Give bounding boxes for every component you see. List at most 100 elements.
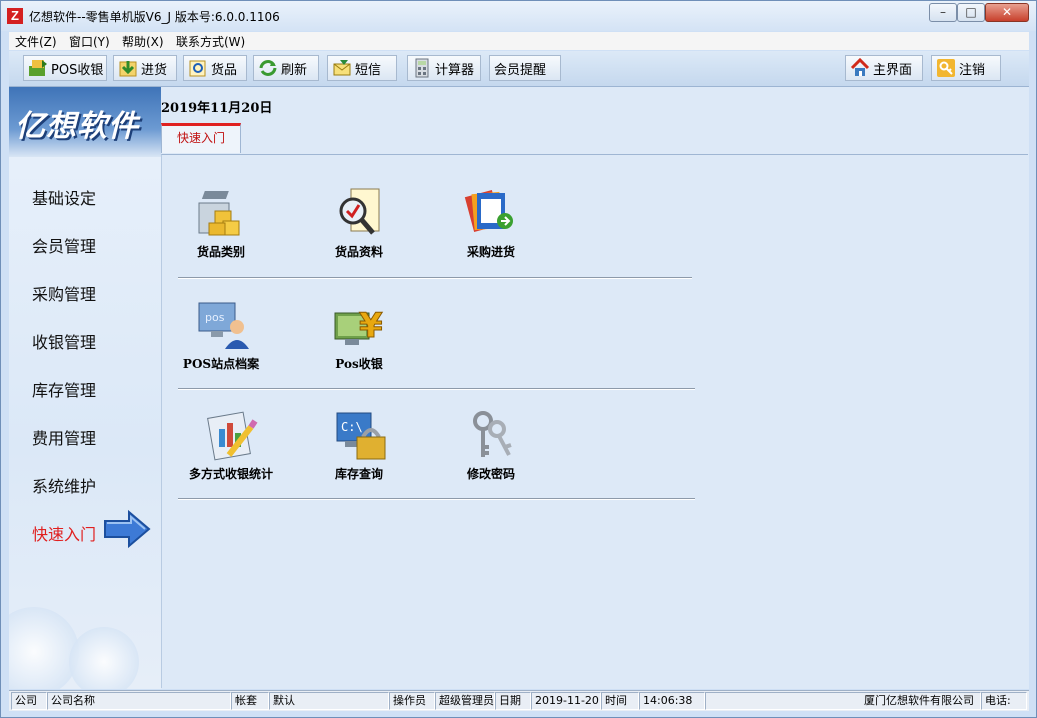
key-icon bbox=[936, 58, 956, 78]
minimize-button[interactable]: – bbox=[929, 3, 957, 22]
chart-pencil-icon bbox=[199, 407, 263, 465]
status-company-label: 公司 bbox=[11, 692, 47, 710]
goods-icon bbox=[188, 58, 208, 78]
document-stack-icon bbox=[459, 185, 523, 243]
arrow-right-icon bbox=[103, 509, 153, 552]
menu-contact[interactable]: 联系方式(W) bbox=[176, 33, 245, 50]
goods-category-label: 货品类别 bbox=[196, 245, 245, 259]
sidebar-item-purchase-management[interactable]: 采购管理 bbox=[32, 281, 96, 305]
row-divider bbox=[178, 277, 692, 279]
goods-label: 货品 bbox=[211, 62, 238, 78]
goods-button[interactable]: 货品 bbox=[183, 55, 247, 81]
sidebar-item-system-maintenance[interactable]: 系统维护 bbox=[32, 473, 96, 497]
status-bar: 公司 公司名称 帐套 默认 操作员 超级管理员 日期 2019-11-20 时间… bbox=[9, 690, 1029, 711]
main-area: 2019年11月20日 快速入门 货品类别 货品资料 采购进货 pos POS站… bbox=[161, 87, 1029, 689]
menu-file[interactable]: 文件(Z) bbox=[15, 33, 57, 50]
cash-stats-label: 多方式收银统计 bbox=[188, 467, 273, 481]
decorative-flower bbox=[69, 627, 139, 689]
close-button[interactable]: ✕ bbox=[985, 3, 1029, 22]
sidebar-item-basic-settings[interactable]: 基础设定 bbox=[32, 185, 96, 209]
logout-button[interactable]: 注销 bbox=[931, 55, 1001, 81]
brand-banner: 亿想软件 bbox=[9, 87, 161, 157]
change-password-shortcut[interactable]: 修改密码 bbox=[436, 407, 546, 487]
sms-icon bbox=[332, 58, 352, 78]
monitor-yen-icon: ¥ bbox=[327, 297, 391, 355]
toolbar: POS收银 进货 货品 刷新 短信 计算器 会员提醒 主界面 注销 bbox=[9, 51, 1029, 87]
maximize-button[interactable]: □ bbox=[957, 3, 985, 22]
status-time-value: 14:06:38 bbox=[639, 692, 705, 710]
menu-window[interactable]: 窗口(Y) bbox=[69, 33, 110, 50]
app-window: Z 亿想软件--零售单机版V6_J 版本号:6.0.0.1106 – □ ✕ 文… bbox=[0, 0, 1037, 718]
pos-icon bbox=[28, 58, 48, 78]
status-operator-label: 操作员 bbox=[389, 692, 435, 710]
sidebar-item-expense-management[interactable]: 费用管理 bbox=[32, 425, 96, 449]
window-title: 亿想软件--零售单机版V6_J 版本号:6.0.0.1106 bbox=[29, 10, 280, 24]
goods-info-label: 货品资料 bbox=[334, 245, 383, 259]
status-date-value: 2019-11-20 bbox=[531, 692, 601, 710]
stock-query-label: 库存查询 bbox=[334, 467, 383, 481]
sidebar-item-member-management[interactable]: 会员管理 bbox=[32, 233, 96, 257]
stock-query-shortcut[interactable]: C:\ 库存查询 bbox=[304, 407, 414, 487]
calculator-button[interactable]: 计算器 bbox=[407, 55, 481, 81]
decorative-flower bbox=[9, 607, 79, 689]
sidebar-item-stock-management[interactable]: 库存管理 bbox=[32, 377, 96, 401]
monitor-lock-icon: C:\ bbox=[327, 407, 391, 465]
status-account-label: 帐套 bbox=[231, 692, 269, 710]
brand-logo: 亿想软件 bbox=[15, 109, 139, 144]
member-reminder-label: 会员提醒 bbox=[494, 62, 547, 78]
refresh-button[interactable]: 刷新 bbox=[253, 55, 319, 81]
row-divider bbox=[178, 498, 695, 500]
purchase-button[interactable]: 进货 bbox=[113, 55, 177, 81]
tab-quick-start[interactable]: 快速入门 bbox=[161, 123, 241, 153]
status-company-value: 公司名称 bbox=[47, 692, 231, 710]
purchase-in-shortcut[interactable]: 采购进货 bbox=[436, 185, 546, 265]
pos-terminal-user-icon: pos bbox=[189, 297, 253, 355]
pos-station-shortcut[interactable]: pos POS站点档案 bbox=[166, 297, 276, 377]
sidebar-item-cashier-management[interactable]: 收银管理 bbox=[32, 329, 96, 353]
home-button[interactable]: 主界面 bbox=[845, 55, 923, 81]
menu-help[interactable]: 帮助(X) bbox=[122, 33, 164, 50]
svg-text:pos: pos bbox=[205, 311, 225, 324]
status-phone-label: 电话: bbox=[981, 692, 1027, 710]
sidebar-item-quick-start[interactable]: 快速入门 bbox=[32, 521, 96, 545]
pos-station-label: POS站点档案 bbox=[182, 357, 260, 371]
maximize-icon: □ bbox=[965, 5, 977, 19]
pos-cashier-button[interactable]: POS收银 bbox=[23, 55, 107, 81]
pos-cashier-shortcut-label: Pos收银 bbox=[335, 357, 383, 371]
logout-label: 注销 bbox=[959, 62, 986, 78]
row-divider bbox=[178, 388, 695, 390]
minimize-icon: – bbox=[940, 5, 946, 19]
home-label: 主界面 bbox=[873, 62, 913, 78]
title-bar: Z 亿想软件--零售单机版V6_J 版本号:6.0.0.1106 – □ ✕ bbox=[1, 1, 1036, 31]
sms-label: 短信 bbox=[355, 62, 382, 78]
goods-info-shortcut[interactable]: 货品资料 bbox=[304, 185, 414, 265]
refresh-icon bbox=[258, 58, 278, 78]
current-date: 2019年11月20日 bbox=[161, 101, 273, 116]
status-operator-value: 超级管理员 bbox=[435, 692, 495, 710]
home-icon bbox=[850, 57, 870, 78]
svg-text:C:\: C:\ bbox=[341, 420, 363, 434]
goods-category-shortcut[interactable]: 货品类别 bbox=[166, 185, 276, 265]
change-password-label: 修改密码 bbox=[466, 467, 515, 481]
purchase-label: 进货 bbox=[141, 62, 168, 78]
purchase-icon bbox=[118, 58, 138, 78]
sidebar: 亿想软件 基础设定 会员管理 采购管理 收银管理 库存管理 费用管理 系统维护 … bbox=[9, 87, 161, 689]
pos-cashier-shortcut[interactable]: ¥ Pos收银 bbox=[304, 297, 414, 377]
member-reminder-button[interactable]: 会员提醒 bbox=[489, 55, 561, 81]
cash-stats-shortcut[interactable]: 多方式收银统计 bbox=[176, 407, 286, 487]
app-logo-icon: Z bbox=[7, 8, 23, 24]
quick-start-panel: 货品类别 货品资料 采购进货 pos POS站点档案 ¥ Pos收银 多方式收银… bbox=[161, 154, 1028, 688]
refresh-label: 刷新 bbox=[281, 62, 308, 78]
status-account-value: 默认 bbox=[269, 692, 389, 710]
keys-icon bbox=[459, 407, 523, 465]
purchase-in-label: 采购进货 bbox=[466, 245, 515, 259]
status-date-label: 日期 bbox=[495, 692, 531, 710]
menu-bar: 文件(Z) 窗口(Y) 帮助(X) 联系方式(W) bbox=[9, 32, 1029, 50]
status-vendor: 厦门亿想软件有限公司 bbox=[705, 692, 981, 710]
boxes-icon bbox=[189, 185, 253, 243]
magnifier-document-icon bbox=[327, 185, 391, 243]
sms-button[interactable]: 短信 bbox=[327, 55, 397, 81]
calculator-label: 计算器 bbox=[435, 62, 475, 78]
status-time-label: 时间 bbox=[601, 692, 639, 710]
close-icon: ✕ bbox=[1001, 5, 1013, 19]
